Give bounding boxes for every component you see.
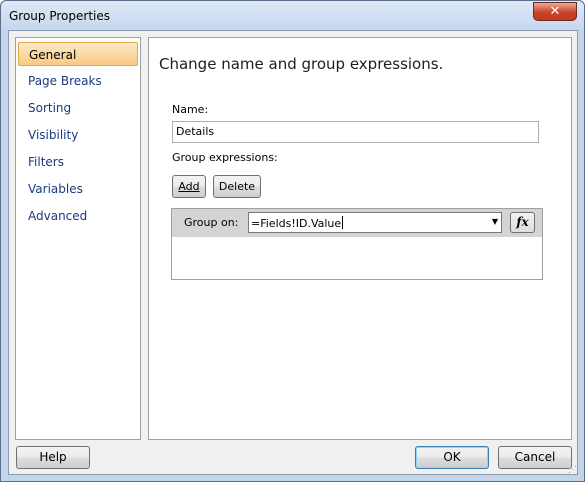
group-on-label: Group on: — [184, 216, 239, 229]
nav-item-page-breaks[interactable]: Page Breaks — [18, 69, 138, 93]
dialog-body: General Page Breaks Sorting Visibility F… — [8, 30, 578, 475]
text-cursor — [342, 216, 344, 229]
close-icon: ✕ — [549, 4, 561, 19]
help-button-label: Help — [39, 450, 67, 464]
title-bar[interactable]: Group Properties ✕ — [1, 1, 584, 30]
add-button-label: Add — [178, 180, 200, 193]
chevron-down-icon[interactable]: ▼ — [492, 217, 498, 226]
add-button[interactable]: Add — [172, 175, 206, 198]
dialog-window: Group Properties ✕ General Page Breaks S… — [0, 0, 585, 482]
help-button[interactable]: Help — [16, 446, 90, 469]
close-button[interactable]: ✕ — [533, 2, 577, 21]
nav-item-sorting[interactable]: Sorting — [18, 96, 138, 120]
cancel-button[interactable]: Cancel — [498, 446, 572, 469]
nav-item-advanced[interactable]: Advanced — [18, 204, 138, 228]
general-page: Change name and group expressions. Name:… — [148, 37, 572, 440]
expression-button[interactable]: fx — [510, 212, 535, 233]
group-expressions-grid: Group on: =Fields!ID.Value ▼ fx — [171, 208, 543, 280]
group-on-value-wrap: =Fields!ID.Value — [251, 216, 344, 230]
name-label: Name: — [172, 103, 209, 116]
nav-item-variables[interactable]: Variables — [18, 177, 138, 201]
group-on-row: Group on: =Fields!ID.Value ▼ fx — [172, 209, 542, 237]
ok-button[interactable]: OK — [415, 446, 489, 469]
name-field[interactable]: Details — [172, 121, 539, 143]
group-on-combo[interactable]: =Fields!ID.Value ▼ — [248, 212, 502, 233]
nav-item-filters[interactable]: Filters — [18, 150, 138, 174]
nav-item-visibility[interactable]: Visibility — [18, 123, 138, 147]
group-on-value: =Fields!ID.Value — [251, 217, 342, 230]
resize-grip-icon[interactable]: ⋰ — [568, 466, 577, 475]
delete-button[interactable]: Delete — [213, 175, 261, 198]
fx-icon: fx — [516, 215, 529, 229]
nav-pane: General Page Breaks Sorting Visibility F… — [15, 37, 141, 440]
group-expressions-label: Group expressions: — [172, 151, 278, 164]
ok-button-label: OK — [443, 450, 461, 464]
page-heading: Change name and group expressions. — [159, 55, 444, 73]
window-title: Group Properties — [9, 9, 110, 23]
delete-button-label: Delete — [218, 180, 256, 193]
nav-item-general[interactable]: General — [18, 42, 138, 66]
cancel-button-label: Cancel — [514, 450, 556, 464]
